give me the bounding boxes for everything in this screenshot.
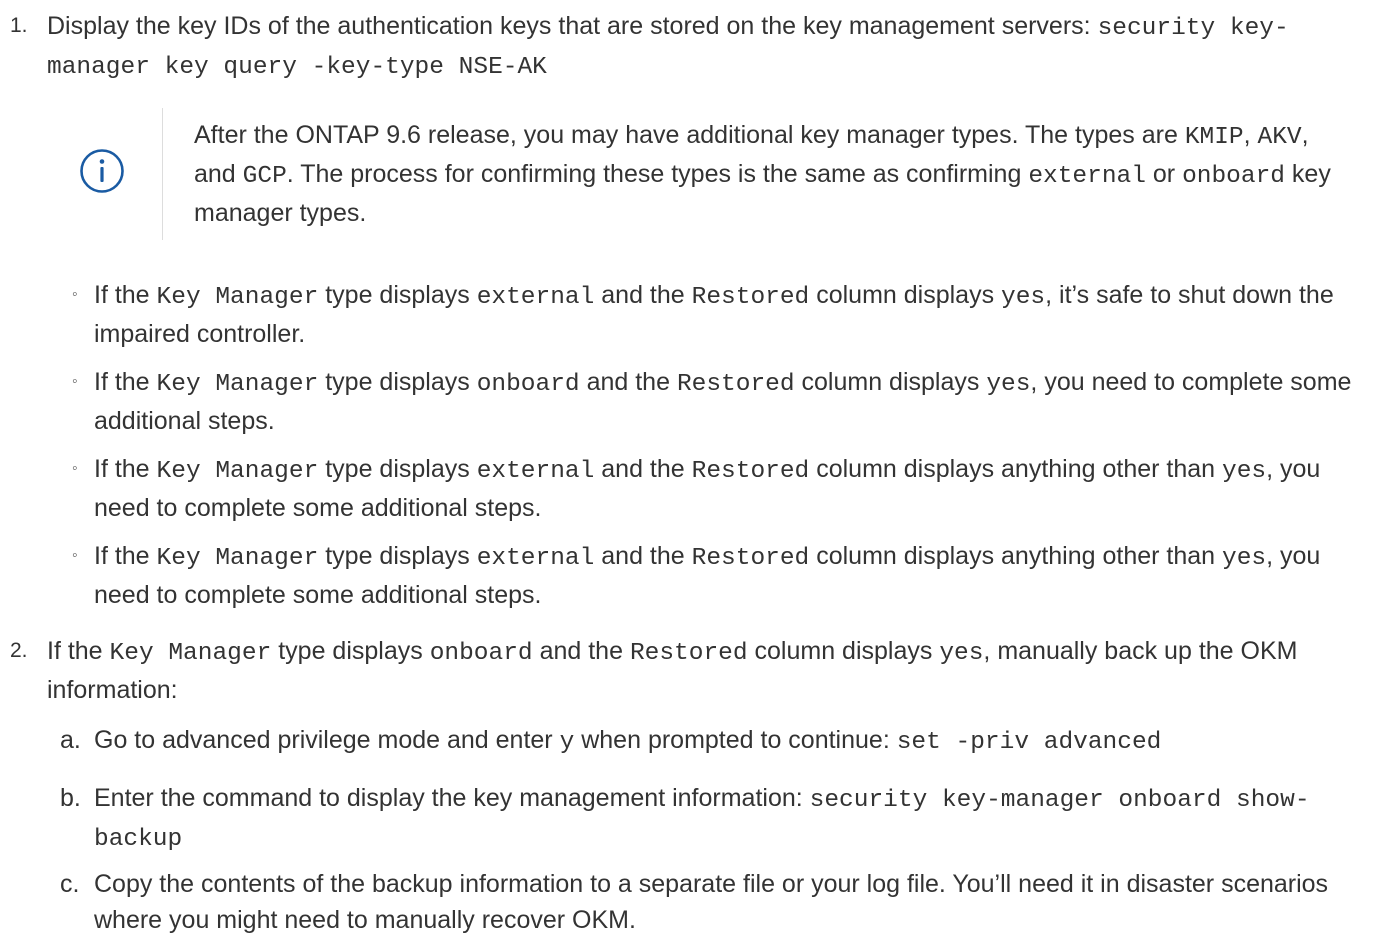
bullet-text: If the Key Manager type displays onboard… <box>94 368 1352 435</box>
procedure-page: 1. Display the key IDs of the authentica… <box>0 0 1385 934</box>
note-divider <box>162 108 163 240</box>
substep-text: Go to advanced privilege mode and enter … <box>94 726 1162 756</box>
bullet-mark: ◦ <box>72 547 78 564</box>
step-number: 1. <box>10 14 28 37</box>
bullet-text: If the Key Manager type displays externa… <box>94 542 1321 609</box>
note-text: After the ONTAP 9.6 release, you may hav… <box>194 121 1331 227</box>
bullet-mark: ◦ <box>72 286 78 303</box>
substep-text: Copy the contents of the backup informat… <box>94 870 1329 934</box>
step-text: Display the key IDs of the authenticatio… <box>47 12 1289 81</box>
bullet-mark: ◦ <box>72 460 78 477</box>
bullet-text: If the Key Manager type displays externa… <box>94 455 1321 522</box>
bullet-text: If the Key Manager type displays externa… <box>94 281 1334 348</box>
command-code: set -priv advanced <box>896 729 1162 756</box>
step-number: 2. <box>10 639 28 662</box>
bullet-mark: ◦ <box>72 373 78 390</box>
info-icon <box>80 149 124 193</box>
substep-mark: a. <box>60 726 81 754</box>
substep-mark: b. <box>60 784 81 812</box>
substep-mark: c. <box>60 870 80 898</box>
step-text: If the Key Manager type displays onboard… <box>47 637 1298 704</box>
substep-text: Enter the command to display the key man… <box>94 784 1310 853</box>
